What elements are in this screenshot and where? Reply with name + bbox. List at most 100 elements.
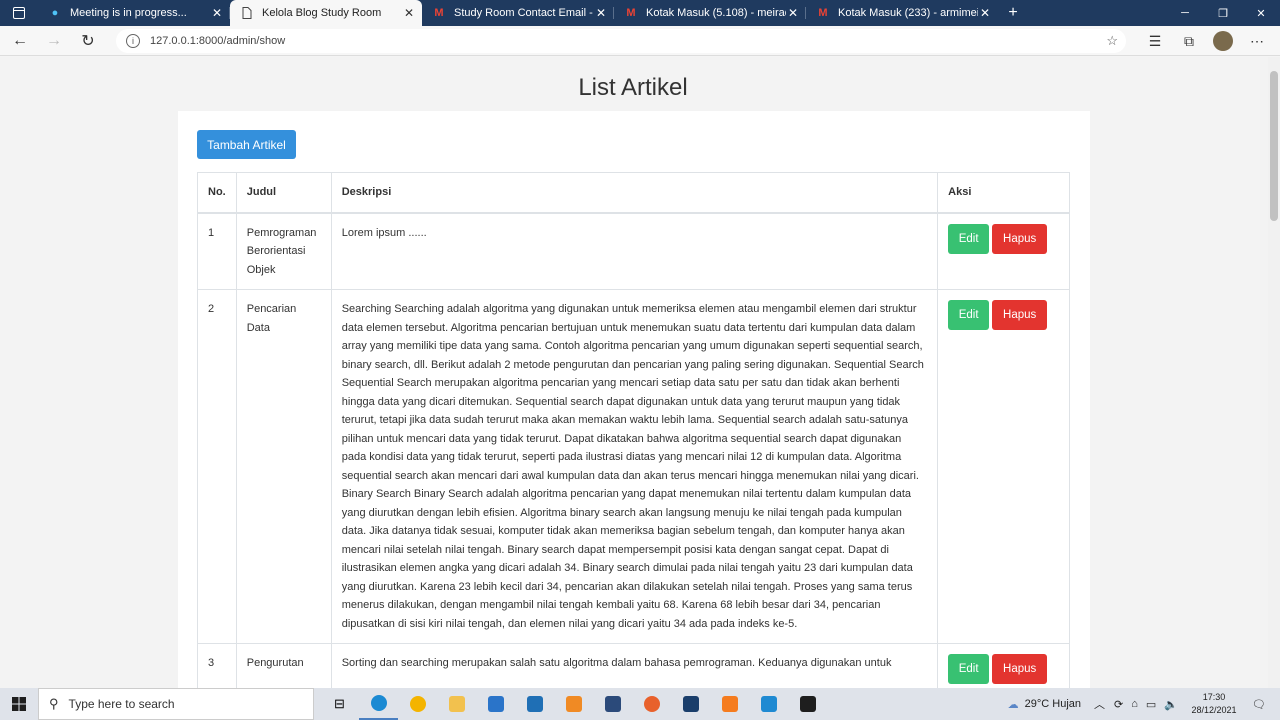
minimize-icon[interactable]: ─ bbox=[1166, 0, 1204, 26]
weather-text[interactable]: 29°C Hujan bbox=[1025, 698, 1081, 710]
row-actions: Edit Hapus bbox=[937, 643, 1070, 688]
row-actions: Edit Hapus bbox=[937, 212, 1070, 290]
browser-tab[interactable]: M Kotak Masuk (5.108) - meiradew ✕ bbox=[614, 0, 806, 26]
gmail-icon: M bbox=[818, 7, 828, 19]
column-header-judul: Judul bbox=[235, 172, 332, 214]
url-text: 127.0.0.1:8000/admin/show bbox=[150, 35, 286, 47]
system-tray: ☁ 29°C Hujan ︿ ⟳ ⌂ ▭ 🔈 17:30 28/12/2021 … bbox=[1008, 688, 1280, 720]
column-header-aksi: Aksi bbox=[937, 172, 1070, 214]
page-viewport: List Artikel Tambah Artikel No. Judul De… bbox=[0, 57, 1268, 688]
back-icon[interactable]: ← bbox=[6, 27, 34, 55]
add-article-button[interactable]: Tambah Artikel bbox=[197, 130, 296, 159]
edit-button[interactable]: Edit bbox=[948, 300, 990, 330]
new-tab-button[interactable]: + bbox=[998, 4, 1028, 22]
close-tab-icon[interactable]: ✕ bbox=[786, 6, 800, 20]
task-view-icon[interactable]: ⊟ bbox=[320, 688, 359, 720]
file-explorer-icon[interactable] bbox=[437, 688, 476, 720]
tab-title: Kotak Masuk (233) - armimeira@ bbox=[838, 7, 978, 19]
tab-title: Meeting is in progress... bbox=[70, 7, 187, 19]
favorite-star-icon[interactable]: ☆ bbox=[1106, 33, 1118, 49]
close-tab-icon[interactable]: ✕ bbox=[978, 6, 992, 20]
favorites-icon[interactable]: ☰ bbox=[1138, 27, 1172, 55]
table-row: 3 Pengurutan Sorting dan searching merup… bbox=[197, 643, 1070, 688]
chevron-up-icon[interactable]: ︿ bbox=[1094, 696, 1105, 712]
close-tab-icon[interactable]: ✕ bbox=[210, 6, 224, 20]
page-title: List Artikel bbox=[578, 74, 688, 101]
scrollbar-thumb[interactable] bbox=[1270, 71, 1278, 221]
terminal-icon[interactable] bbox=[788, 688, 827, 720]
notifications-icon[interactable]: 🗨 bbox=[1252, 698, 1266, 711]
vscode-icon[interactable] bbox=[749, 688, 788, 720]
restore-icon[interactable]: ❐ bbox=[1204, 0, 1242, 26]
taskbar-search-input[interactable]: ⚲ Type here to search bbox=[38, 688, 314, 720]
weather-icon[interactable]: ☁ bbox=[1008, 698, 1019, 711]
webex-icon: ● bbox=[51, 7, 59, 19]
collections-icon[interactable]: ⧉ bbox=[1172, 27, 1206, 55]
table-row: 1 Pemrograman Berorientasi Objek Lorem i… bbox=[197, 212, 1070, 290]
window-controls: ─ ❐ ✕ bbox=[1166, 0, 1280, 26]
row-number: 1 bbox=[197, 212, 237, 290]
close-window-icon[interactable]: ✕ bbox=[1242, 0, 1280, 26]
row-description: Searching Searching adalah algoritma yan… bbox=[330, 289, 939, 644]
more-menu-icon[interactable]: ⋯ bbox=[1240, 27, 1274, 55]
taskbar-apps: ⊟ bbox=[320, 688, 827, 720]
tab-title: Study Room Contact Email - stuc bbox=[454, 7, 594, 19]
sync-icon[interactable]: ⟳ bbox=[1114, 698, 1123, 711]
row-actions: Edit Hapus bbox=[937, 289, 1070, 644]
row-title: Pencarian Data bbox=[235, 289, 332, 644]
browser-tab-active[interactable]: Kelola Blog Study Room ✕ bbox=[230, 0, 422, 26]
clock-time: 17:30 bbox=[1202, 692, 1226, 702]
row-description: Sorting dan searching merupakan salah sa… bbox=[330, 643, 939, 688]
row-title: Pemrograman Berorientasi Objek bbox=[235, 212, 332, 290]
taskbar-search-placeholder: Type here to search bbox=[68, 697, 175, 711]
browser-toolbar: ☰ ⧉ ⋯ bbox=[1138, 27, 1274, 55]
close-tab-icon[interactable]: ✕ bbox=[402, 6, 416, 20]
page-scrollbar[interactable] bbox=[1268, 57, 1280, 688]
row-number: 2 bbox=[197, 289, 237, 644]
volume-muted-icon[interactable]: 🔈 bbox=[1164, 698, 1178, 711]
row-description: Lorem ipsum ...... bbox=[330, 212, 939, 290]
network-icon[interactable]: ⌂ bbox=[1131, 698, 1138, 710]
sublime-icon[interactable] bbox=[554, 688, 593, 720]
windows-start-icon[interactable] bbox=[0, 688, 38, 720]
edit-button[interactable]: Edit bbox=[948, 223, 990, 254]
profile-avatar[interactable] bbox=[1213, 31, 1233, 51]
gmail-icon: M bbox=[434, 7, 444, 19]
refresh-icon[interactable]: ↻ bbox=[74, 27, 102, 55]
xampp-icon[interactable] bbox=[710, 688, 749, 720]
search-icon: ⚲ bbox=[49, 696, 59, 711]
webex-icon[interactable] bbox=[671, 688, 710, 720]
delete-button[interactable]: Hapus bbox=[992, 300, 1048, 330]
url-field[interactable]: i 127.0.0.1:8000/admin/show ☆ bbox=[116, 29, 1126, 53]
address-bar-row: ← → ↻ i 127.0.0.1:8000/admin/show ☆ ☰ ⧉ … bbox=[0, 26, 1280, 56]
store-icon[interactable] bbox=[476, 688, 515, 720]
delete-button[interactable]: Hapus bbox=[992, 654, 1048, 684]
firefox-icon[interactable] bbox=[632, 688, 671, 720]
tab-title: Kelola Blog Study Room bbox=[262, 7, 382, 19]
edit-button[interactable]: Edit bbox=[948, 654, 990, 684]
edge-icon[interactable] bbox=[359, 688, 398, 720]
clock-date: 28/12/2021 bbox=[1191, 705, 1237, 715]
clock[interactable]: 17:30 28/12/2021 bbox=[1190, 691, 1238, 717]
browser-tab[interactable]: ● Meeting is in progress... ✕ bbox=[38, 0, 230, 26]
browser-tab[interactable]: M Study Room Contact Email - stuc ✕ bbox=[422, 0, 614, 26]
battery-icon[interactable]: ▭ bbox=[1146, 698, 1156, 711]
column-header-no: No. bbox=[197, 172, 237, 214]
close-tab-icon[interactable]: ✕ bbox=[594, 6, 608, 20]
table-row: 2 Pencarian Data Searching Searching ada… bbox=[197, 289, 1070, 644]
windows-taskbar: ⚲ Type here to search ⊟ ☁ 29°C Hujan ︿ ⟳… bbox=[0, 688, 1280, 720]
content-card: Tambah Artikel No. Judul Deskripsi Aksi … bbox=[178, 111, 1090, 688]
chrome-icon[interactable] bbox=[398, 688, 437, 720]
browser-tab[interactable]: M Kotak Masuk (233) - armimeira@ ✕ bbox=[806, 0, 998, 26]
info-icon[interactable]: i bbox=[126, 34, 140, 48]
tab-actions-icon[interactable] bbox=[0, 0, 38, 26]
mail-icon[interactable] bbox=[515, 688, 554, 720]
articles-table: No. Judul Deskripsi Aksi 1 Pemrograman B… bbox=[197, 172, 1070, 688]
forward-icon[interactable]: → bbox=[40, 27, 68, 55]
column-header-deskripsi: Deskripsi bbox=[330, 172, 939, 214]
delete-button[interactable]: Hapus bbox=[992, 223, 1048, 254]
gmail-icon: M bbox=[626, 7, 636, 19]
page-icon bbox=[240, 6, 254, 20]
app-icon[interactable] bbox=[593, 688, 632, 720]
browser-tab-bar: ● Meeting is in progress... ✕ Kelola Blo… bbox=[0, 0, 1280, 26]
